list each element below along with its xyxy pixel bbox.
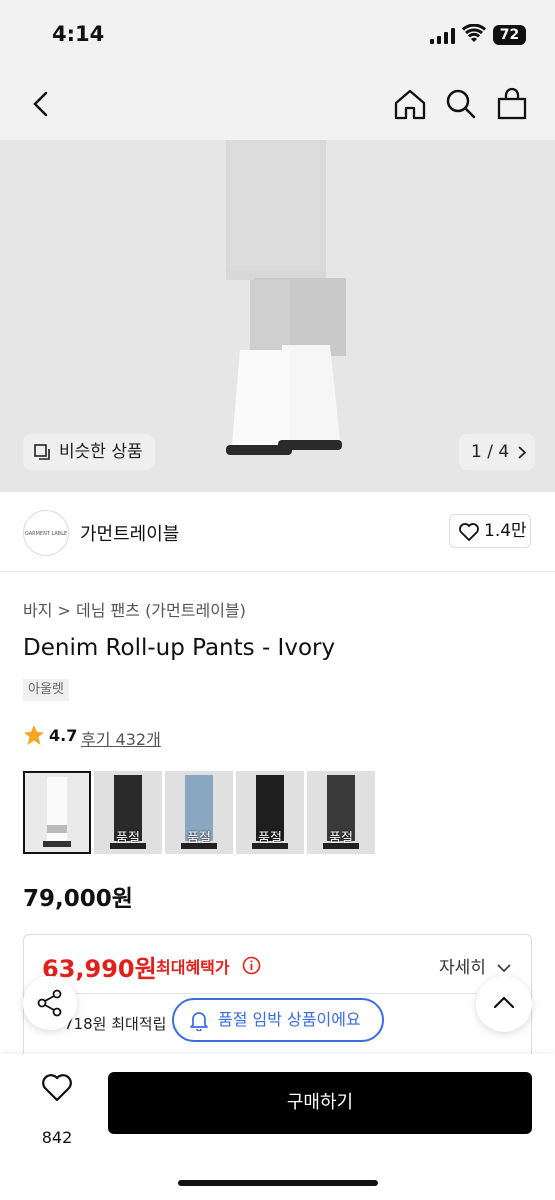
- product-title: Denim Roll-up Pants - Ivory: [23, 635, 336, 661]
- soldout-label: 품절: [258, 831, 282, 846]
- color-options: 품절 품절 품절 품절: [23, 771, 383, 855]
- share-button[interactable]: [23, 976, 77, 1030]
- brand-logo-text: GARMENT LABLE: [24, 531, 68, 537]
- brand-like-count: 1.4만: [484, 521, 527, 541]
- color-option-dark-black[interactable]: 품절: [236, 771, 304, 854]
- outlet-tag: 아울렛: [23, 679, 69, 701]
- cellular-signal-icon: [430, 28, 455, 44]
- similar-products-icon: [34, 444, 50, 460]
- details-label: 자세히: [439, 958, 486, 978]
- thumbnail-image: [25, 773, 89, 852]
- search-icon[interactable]: [443, 86, 479, 122]
- page-indicator-text: 1 / 4: [471, 442, 510, 462]
- max-points: 718원 최대적립: [64, 1015, 167, 1033]
- top-navigation: [0, 72, 555, 140]
- similar-products-button[interactable]: 비슷한 상품: [23, 434, 155, 470]
- bell-icon: [190, 1012, 208, 1031]
- status-time: 4:14: [52, 22, 105, 46]
- brand-like-button[interactable]: 1.4만: [449, 514, 531, 548]
- share-icon: [37, 989, 62, 1017]
- max-benefit-label: 최대혜택가: [156, 958, 230, 977]
- breadcrumb[interactable]: 바지 > 데님 팬츠 (가먼트레이블): [23, 597, 246, 621]
- details-toggle[interactable]: 자세히: [439, 953, 511, 978]
- info-icon[interactable]: [242, 956, 261, 975]
- gallery-page-indicator[interactable]: 1 / 4: [459, 434, 536, 470]
- bottom-action-bar: 842 구매하기: [0, 1054, 555, 1200]
- chevron-down-icon: [497, 964, 511, 973]
- color-option-black[interactable]: 품절: [94, 771, 162, 854]
- similar-products-label: 비슷한 상품: [59, 442, 143, 462]
- shopping-bag-icon[interactable]: [494, 86, 530, 122]
- wifi-icon: [462, 24, 486, 42]
- back-icon[interactable]: [24, 86, 60, 122]
- brand-name[interactable]: 가먼트레이블: [80, 520, 179, 546]
- brand-row[interactable]: GARMENT LABLE 가먼트레이블 1.4만: [0, 494, 555, 572]
- original-price: 79,000원: [23, 886, 133, 912]
- chevron-up-icon: [493, 996, 515, 1009]
- heart-icon: [42, 1074, 72, 1102]
- soldout-label: 품절: [116, 831, 140, 846]
- color-option-ivory[interactable]: [23, 771, 91, 854]
- buy-button[interactable]: 구매하기: [108, 1072, 532, 1134]
- home-indicator: [178, 1180, 378, 1186]
- color-option-light-blue[interactable]: 품절: [165, 771, 233, 854]
- wishlist-button[interactable]: 842: [32, 1074, 82, 1147]
- soldout-imminent-notice[interactable]: 품절 임박 상품이에요: [172, 998, 384, 1042]
- soldout-notice-text: 품절 임박 상품이에요: [218, 1010, 361, 1029]
- wishlist-count: 842: [41, 1128, 73, 1147]
- divider: [24, 993, 531, 994]
- product-image-gallery[interactable]: 비슷한 상품 1 / 4: [0, 140, 555, 492]
- brand-logo[interactable]: GARMENT LABLE: [23, 510, 69, 556]
- review-count-link[interactable]: 후기 432개: [81, 726, 161, 750]
- star-icon: [24, 725, 44, 745]
- rating-value: 4.7: [49, 726, 78, 745]
- status-bar: 4:14 72: [0, 0, 555, 72]
- soldout-label: 품절: [329, 831, 353, 846]
- color-option-charcoal[interactable]: 품절: [307, 771, 375, 854]
- soldout-label: 품절: [187, 831, 211, 846]
- scroll-to-top-button[interactable]: [476, 976, 532, 1032]
- heart-icon: [459, 523, 479, 541]
- home-icon[interactable]: [392, 86, 428, 122]
- battery-icon: 72: [493, 25, 526, 45]
- chevron-right-icon: [518, 446, 527, 459]
